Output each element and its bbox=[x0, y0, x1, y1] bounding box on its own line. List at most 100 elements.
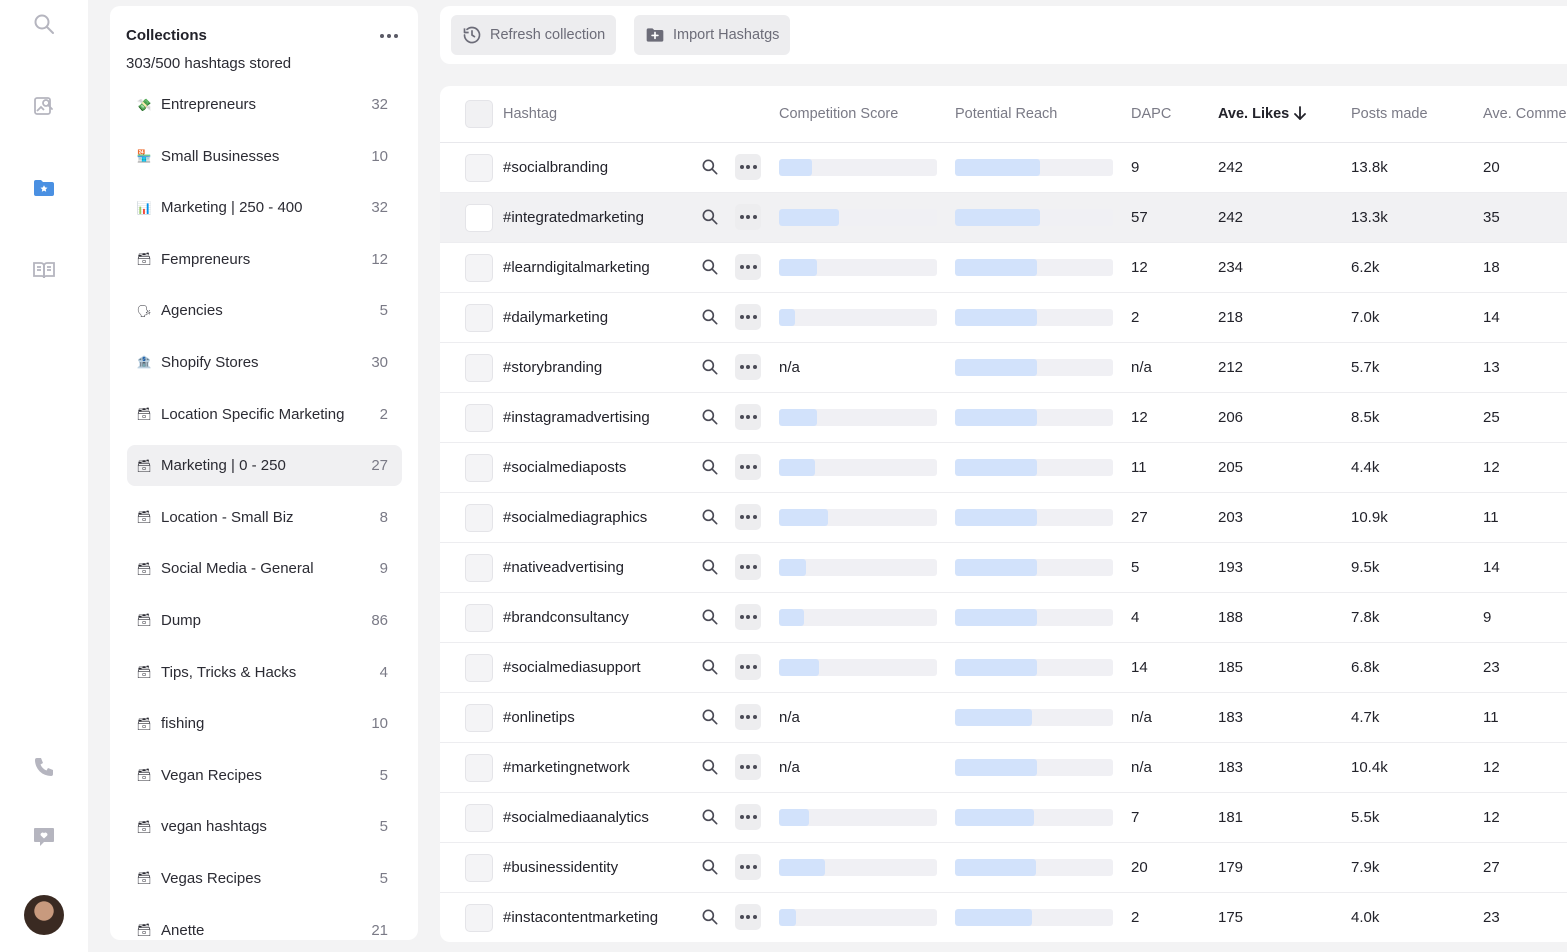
row-more-button[interactable] bbox=[735, 404, 761, 430]
avatar[interactable] bbox=[24, 895, 64, 935]
collection-item[interactable]: 📊 Marketing | 250 - 400 32 bbox=[127, 187, 402, 228]
hashtag-name[interactable]: #socialmediasupport bbox=[503, 659, 641, 676]
search-icon[interactable] bbox=[700, 857, 722, 879]
search-icon[interactable] bbox=[700, 307, 722, 329]
select-all-checkbox[interactable] bbox=[465, 100, 493, 128]
hashtag-name[interactable]: #socialmediagraphics bbox=[503, 509, 647, 526]
collection-item[interactable]: 🗃 Vegas Recipes 5 bbox=[127, 858, 402, 899]
table-row[interactable]: #marketingnetwork n/a n/a 183 10.4k 12 bbox=[440, 743, 1567, 793]
table-row[interactable]: #socialmediasupport 14 185 6.8k 23 bbox=[440, 643, 1567, 693]
collection-item[interactable]: 🏦 Shopify Stores 30 bbox=[127, 342, 402, 383]
collection-item[interactable]: 🗃 Anette 21 bbox=[127, 910, 402, 941]
search-icon[interactable] bbox=[700, 907, 722, 929]
hashtag-name[interactable]: #instagramadvertising bbox=[503, 409, 650, 426]
row-checkbox[interactable] bbox=[465, 454, 493, 482]
search-icon[interactable] bbox=[700, 407, 722, 429]
row-more-button[interactable] bbox=[735, 154, 761, 180]
hashtag-name[interactable]: #brandconsultancy bbox=[503, 609, 629, 626]
search-icon[interactable] bbox=[700, 507, 722, 529]
column-competition-score[interactable]: Competition Score bbox=[779, 106, 898, 122]
row-more-button[interactable] bbox=[735, 604, 761, 630]
row-checkbox[interactable] bbox=[465, 604, 493, 632]
row-checkbox[interactable] bbox=[465, 804, 493, 832]
row-more-button[interactable] bbox=[735, 254, 761, 280]
search-icon[interactable] bbox=[700, 157, 722, 179]
row-more-button[interactable] bbox=[735, 804, 761, 830]
row-more-button[interactable] bbox=[735, 204, 761, 230]
row-more-button[interactable] bbox=[735, 554, 761, 580]
search-icon[interactable] bbox=[700, 607, 722, 629]
image-search-icon[interactable] bbox=[30, 92, 58, 120]
row-checkbox[interactable] bbox=[465, 554, 493, 582]
search-icon[interactable] bbox=[30, 10, 58, 38]
table-row[interactable]: #nativeadvertising 5 193 9.5k 14 bbox=[440, 543, 1567, 593]
phone-icon[interactable] bbox=[30, 753, 58, 781]
hashtag-name[interactable]: #nativeadvertising bbox=[503, 559, 624, 576]
collection-item[interactable]: 🗃 Dump 86 bbox=[127, 600, 402, 641]
table-row[interactable]: #instacontentmarketing 2 175 4.0k 23 bbox=[440, 893, 1567, 942]
table-row[interactable]: #instagramadvertising 12 206 8.5k 25 bbox=[440, 393, 1567, 443]
table-row[interactable]: #brandconsultancy 4 188 7.8k 9 bbox=[440, 593, 1567, 643]
search-icon[interactable] bbox=[700, 657, 722, 679]
table-row[interactable]: #dailymarketing 2 218 7.0k 14 bbox=[440, 293, 1567, 343]
search-icon[interactable] bbox=[700, 207, 722, 229]
collection-item[interactable]: 🗃 Location - Small Biz 8 bbox=[127, 497, 402, 538]
collection-item[interactable]: 🗃 Fempreneurs 12 bbox=[127, 239, 402, 280]
book-icon[interactable] bbox=[30, 256, 58, 284]
collection-item[interactable]: 🗃 Tips, Tricks & Hacks 4 bbox=[127, 652, 402, 693]
star-folder-icon[interactable] bbox=[30, 174, 58, 202]
row-more-button[interactable] bbox=[735, 454, 761, 480]
collection-item[interactable]: 🗃 vegan hashtags 5 bbox=[127, 806, 402, 847]
row-checkbox[interactable] bbox=[465, 654, 493, 682]
table-row[interactable]: #learndigitalmarketing 12 234 6.2k 18 bbox=[440, 243, 1567, 293]
table-row[interactable]: #integratedmarketing 57 242 13.3k 35 bbox=[440, 193, 1567, 243]
hashtag-name[interactable]: #marketingnetwork bbox=[503, 759, 630, 776]
row-more-button[interactable] bbox=[735, 854, 761, 880]
hashtag-name[interactable]: #businessidentity bbox=[503, 859, 618, 876]
collection-item[interactable]: 🗣 Agencies 5 bbox=[127, 290, 402, 331]
hashtag-name[interactable]: #socialmediaanalytics bbox=[503, 809, 649, 826]
row-checkbox[interactable] bbox=[465, 304, 493, 332]
table-row[interactable]: #storybranding n/a n/a 212 5.7k 13 bbox=[440, 343, 1567, 393]
table-row[interactable]: #socialmediaposts 11 205 4.4k 12 bbox=[440, 443, 1567, 493]
search-icon[interactable] bbox=[700, 557, 722, 579]
row-checkbox[interactable] bbox=[465, 504, 493, 532]
row-more-button[interactable] bbox=[735, 654, 761, 680]
search-icon[interactable] bbox=[700, 257, 722, 279]
row-checkbox[interactable] bbox=[465, 904, 493, 932]
table-row[interactable]: #businessidentity 20 179 7.9k 27 bbox=[440, 843, 1567, 893]
search-icon[interactable] bbox=[700, 707, 722, 729]
collection-item[interactable]: 🗃 Marketing | 0 - 250 27 bbox=[127, 445, 402, 487]
column-dapc[interactable]: DAPC bbox=[1131, 106, 1171, 122]
hashtag-name[interactable]: #onlinetips bbox=[503, 709, 575, 726]
collection-item[interactable]: 🗃 Social Media - General 9 bbox=[127, 548, 402, 589]
collection-item[interactable]: 💸 Entrepreneurs 32 bbox=[127, 84, 402, 125]
row-checkbox[interactable] bbox=[465, 704, 493, 732]
column-posts-made[interactable]: Posts made bbox=[1351, 106, 1428, 122]
row-checkbox[interactable] bbox=[465, 204, 493, 232]
row-checkbox[interactable] bbox=[465, 254, 493, 282]
row-checkbox[interactable] bbox=[465, 854, 493, 882]
search-icon[interactable] bbox=[700, 807, 722, 829]
hashtag-name[interactable]: #learndigitalmarketing bbox=[503, 259, 650, 276]
column-potential-reach[interactable]: Potential Reach bbox=[955, 106, 1057, 122]
search-icon[interactable] bbox=[700, 757, 722, 779]
column-ave-likes[interactable]: Ave. Likes bbox=[1218, 106, 1307, 122]
refresh-collection-button[interactable]: Refresh collection bbox=[451, 15, 617, 55]
collection-item[interactable]: 🏪 Small Businesses 10 bbox=[127, 136, 402, 177]
row-more-button[interactable] bbox=[735, 504, 761, 530]
table-row[interactable]: #onlinetips n/a n/a 183 4.7k 11 bbox=[440, 693, 1567, 743]
row-checkbox[interactable] bbox=[465, 754, 493, 782]
column-hashtag[interactable]: Hashtag bbox=[503, 106, 557, 122]
collections-more-button[interactable] bbox=[378, 28, 400, 44]
table-row[interactable]: #socialmediagraphics 27 203 10.9k 11 bbox=[440, 493, 1567, 543]
table-row[interactable]: #socialmediaanalytics 7 181 5.5k 12 bbox=[440, 793, 1567, 843]
row-checkbox[interactable] bbox=[465, 154, 493, 182]
hashtag-name[interactable]: #instacontentmarketing bbox=[503, 909, 658, 926]
hashtag-name[interactable]: #dailymarketing bbox=[503, 309, 608, 326]
hashtag-name[interactable]: #socialmediaposts bbox=[503, 459, 626, 476]
row-checkbox[interactable] bbox=[465, 404, 493, 432]
hashtag-name[interactable]: #storybranding bbox=[503, 359, 602, 376]
row-more-button[interactable] bbox=[735, 904, 761, 930]
column-ave-comments[interactable]: Ave. Comme bbox=[1483, 106, 1567, 122]
